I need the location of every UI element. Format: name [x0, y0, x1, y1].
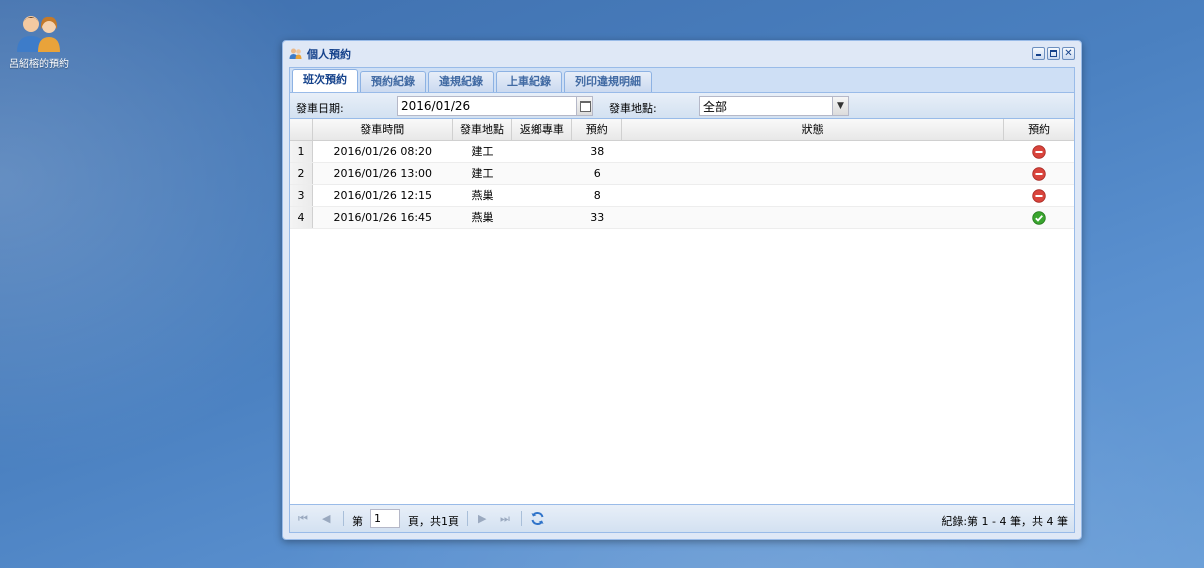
- desktop-icon-reservation[interactable]: 呂紹榕的預約: [8, 12, 70, 71]
- departure-time: 2016/01/26 16:45: [333, 211, 433, 224]
- homecoming-bus: [512, 141, 572, 162]
- reservation-count: 38: [590, 145, 605, 158]
- tab-print-violations[interactable]: 列印違規明細: [564, 71, 652, 92]
- header-homecoming-bus[interactable]: 返鄉專車: [512, 119, 573, 140]
- check-icon[interactable]: [1032, 211, 1046, 225]
- minimize-button[interactable]: [1032, 47, 1045, 60]
- separator: [467, 511, 468, 526]
- reservation-count: 8: [593, 189, 601, 202]
- header-departure-location[interactable]: 發車地點: [453, 119, 513, 140]
- next-page-icon[interactable]: ▶: [478, 512, 486, 525]
- page-total-label: 頁，共1頁: [408, 515, 459, 528]
- table-row[interactable]: 3 2016/01/26 12:15 燕巢 8: [290, 185, 1074, 207]
- tab-violation-records[interactable]: 違規紀錄: [428, 71, 494, 92]
- reservation-window: 個人預約 ✕ 班次預約 預約紀錄 違規紀錄 上車紀錄 列印違規明細 發車日期: …: [282, 40, 1082, 540]
- close-icon: ✕: [1064, 48, 1073, 59]
- reserve-action[interactable]: [1004, 207, 1074, 228]
- departure-location: 燕巢: [471, 211, 494, 224]
- departure-location: 建工: [471, 167, 494, 180]
- close-button[interactable]: ✕: [1062, 47, 1075, 60]
- users-icon: [289, 48, 302, 59]
- reservation-count: 6: [593, 167, 601, 180]
- users-icon: [17, 16, 60, 52]
- paging-info: 紀錄:第 1 - 4 筆，共 4 筆: [941, 515, 1068, 528]
- page-label: 第: [352, 515, 363, 528]
- header-reservation-count[interactable]: 預約: [572, 119, 623, 140]
- tab-schedule-reservation[interactable]: 班次預約: [292, 69, 358, 92]
- status: [622, 141, 1004, 162]
- location-label: 發車地點:: [609, 102, 657, 115]
- prev-page-icon[interactable]: ◀: [322, 512, 330, 525]
- tab-reservation-records[interactable]: 預約紀錄: [360, 71, 426, 92]
- filter-toolbar: 發車日期: 2016/01/26 發車地點: 全部 ▼: [290, 93, 1074, 119]
- calendar-icon[interactable]: [576, 97, 592, 115]
- status: [622, 185, 1004, 206]
- maximize-button[interactable]: [1047, 47, 1060, 60]
- date-label: 發車日期:: [296, 102, 344, 115]
- departure-time: 2016/01/26 12:15: [333, 189, 433, 202]
- reserve-action[interactable]: [1004, 163, 1074, 184]
- window-header[interactable]: 個人預約 ✕: [283, 41, 1081, 67]
- paging-toolbar: ⏮ ◀ 第 1 頁，共1頁 ▶ ⏭ 紀錄:第 1 - 4 筆，共 4 筆: [290, 504, 1074, 532]
- status: [622, 163, 1004, 184]
- departure-location: 燕巢: [471, 189, 494, 202]
- row-number: 4: [290, 207, 313, 228]
- tab-boarding-records[interactable]: 上車紀錄: [496, 71, 562, 92]
- grid-body: 1 2016/01/26 08:20 建工 38 2 2016/01/26 13…: [290, 141, 1074, 229]
- status: [622, 207, 1004, 228]
- header-reserve[interactable]: 預約: [1004, 119, 1074, 140]
- row-number: 2: [290, 163, 313, 184]
- header-departure-time[interactable]: 發車時間: [313, 119, 453, 140]
- reserve-action[interactable]: [1004, 141, 1074, 162]
- window-title: 個人預約: [307, 48, 351, 61]
- date-field[interactable]: 2016/01/26: [397, 96, 593, 116]
- tab-bar: 班次預約 預約紀錄 違規紀錄 上車紀錄 列印違規明細: [289, 67, 1075, 92]
- last-page-icon[interactable]: ⏭: [500, 512, 510, 526]
- reserve-action[interactable]: [1004, 185, 1074, 206]
- homecoming-bus: [512, 163, 572, 184]
- row-number: 1: [290, 141, 313, 162]
- remove-icon[interactable]: [1032, 189, 1046, 203]
- date-value: 2016/01/26: [401, 99, 471, 113]
- location-select[interactable]: 全部 ▼: [699, 96, 849, 116]
- departure-location: 建工: [471, 145, 494, 158]
- departure-time: 2016/01/26 13:00: [333, 167, 433, 180]
- desktop-icon-label: 呂紹榕的預約: [9, 59, 69, 70]
- schedule-panel: 發車日期: 2016/01/26 發車地點: 全部 ▼ 發車時間 發車地點 返鄉…: [289, 92, 1075, 533]
- departure-time: 2016/01/26 08:20: [333, 145, 433, 158]
- separator: [343, 511, 344, 526]
- separator: [521, 511, 522, 526]
- grid-header: 發車時間 發車地點 返鄉專車 預約 狀態 預約: [290, 119, 1074, 141]
- refresh-icon[interactable]: [530, 511, 545, 526]
- remove-icon[interactable]: [1032, 145, 1046, 159]
- page-number-input[interactable]: 1: [370, 509, 400, 528]
- remove-icon[interactable]: [1032, 167, 1046, 181]
- homecoming-bus: [512, 185, 572, 206]
- header-status[interactable]: 狀態: [622, 119, 1005, 140]
- table-row[interactable]: 4 2016/01/26 16:45 燕巢 33: [290, 207, 1074, 229]
- table-row[interactable]: 1 2016/01/26 08:20 建工 38: [290, 141, 1074, 163]
- header-row-number: [290, 119, 313, 140]
- location-value: 全部: [703, 99, 728, 114]
- chevron-down-icon[interactable]: ▼: [832, 97, 848, 115]
- first-page-icon[interactable]: ⏮: [298, 512, 308, 526]
- homecoming-bus: [512, 207, 572, 228]
- table-row[interactable]: 2 2016/01/26 13:00 建工 6: [290, 163, 1074, 185]
- row-number: 3: [290, 185, 313, 206]
- reservation-count: 33: [590, 211, 605, 224]
